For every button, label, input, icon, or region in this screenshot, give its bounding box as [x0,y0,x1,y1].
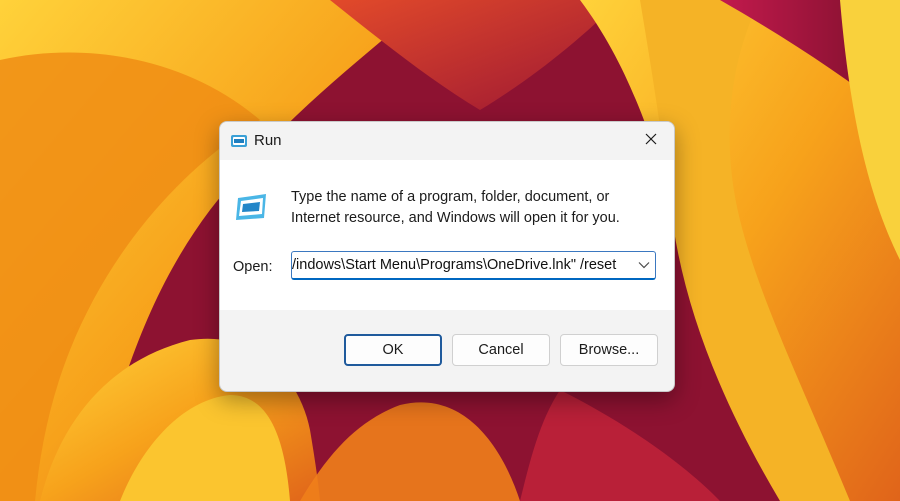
chevron-down-icon [638,256,650,274]
dialog-description: Type the name of a program, folder, docu… [291,189,620,226]
open-label: Open: [233,259,273,275]
open-input[interactable]: /indows\Start Menu\Programs\OneDrive.lnk… [292,252,634,278]
run-large-icon [234,192,270,224]
open-input-text: /indows\Start Menu\Programs\OneDrive.lnk… [292,257,617,273]
run-app-icon [230,133,248,149]
open-dropdown-button[interactable] [633,252,655,278]
run-dialog: Run Type the name of a program, folder, … [219,121,675,392]
cancel-button[interactable]: Cancel [452,334,550,366]
browse-button[interactable]: Browse... [560,334,658,366]
dialog-title: Run [254,132,282,149]
dialog-body: Type the name of a program, folder, docu… [220,160,674,310]
open-combobox[interactable]: /indows\Start Menu\Programs\OneDrive.lnk… [291,251,656,280]
title-bar[interactable]: Run [220,122,674,160]
close-icon [644,132,658,151]
close-button[interactable] [628,122,674,160]
ok-button[interactable]: OK [344,334,442,366]
